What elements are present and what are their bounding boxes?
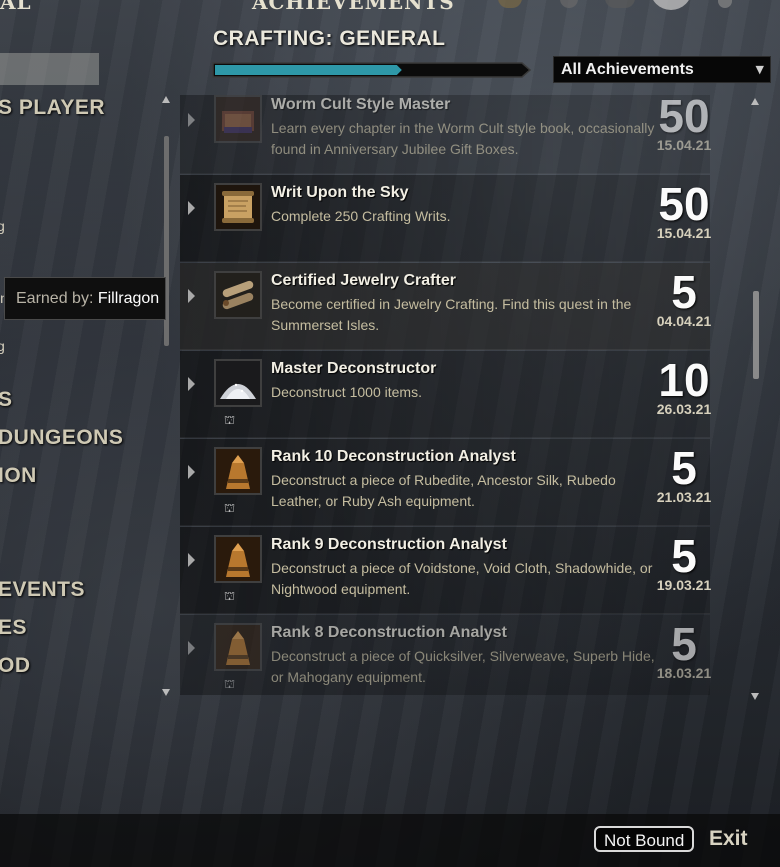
dust-pile-icon (214, 359, 262, 407)
category-item[interactable]: EVENTS (0, 578, 85, 602)
top-menu-icon[interactable] (718, 0, 732, 8)
achievement-scrollbar[interactable] (751, 98, 760, 700)
page-title: CRAFTING: GENERAL (213, 27, 446, 50)
scroll-down-icon[interactable] (751, 693, 759, 700)
scroll-down-icon[interactable] (162, 689, 170, 696)
collectible-reward-icon: ⛫ (224, 589, 236, 603)
scroll-thumb[interactable] (753, 291, 759, 379)
expand-arrow-icon[interactable] (188, 465, 195, 479)
top-menu-icon[interactable] (498, 0, 522, 8)
achievement-description: Learn every chapter in the Worm Cult sty… (271, 120, 655, 157)
category-item[interactable]: OD (0, 654, 31, 678)
expand-arrow-icon[interactable] (188, 641, 195, 655)
expand-arrow-icon[interactable] (188, 377, 195, 391)
achievement-description: Deconstruct a piece of Voidstone, Void C… (271, 560, 653, 597)
expand-arrow-icon[interactable] (188, 553, 195, 567)
category-subitem[interactable]: g (0, 218, 5, 234)
achievement-name: Certified Jewelry Crafter (271, 272, 456, 289)
achievement-date: 19.03.21 (656, 577, 712, 593)
achievement-list: Worm Cult Style Master Learn every chapt… (180, 95, 720, 695)
category-item[interactable]: S (0, 388, 13, 412)
achievement-row[interactable]: Writ Upon the Sky Complete 250 Crafting … (180, 175, 711, 262)
achievement-name: Rank 8 Deconstruction Analyst (271, 624, 507, 641)
collectible-reward-icon: ⛫ (224, 501, 236, 515)
achievement-date: 26.03.21 (656, 401, 712, 417)
progress-fill (215, 65, 402, 75)
category-subitem[interactable]: g (0, 338, 5, 354)
deconstruction-icon (214, 623, 262, 671)
top-menu-icon[interactable] (605, 0, 635, 8)
achievement-description: Become certified in Jewelry Crafting. Fi… (271, 296, 632, 333)
earned-by-tooltip: Earned by: Fillragon (4, 277, 166, 320)
achievement-row[interactable]: Certified Jewelry Crafter Become certifi… (180, 263, 711, 350)
category-scrollbar[interactable] (162, 96, 170, 696)
achievement-points: 5 (671, 442, 697, 494)
worm-cult-book-icon (214, 95, 262, 143)
menu-title-fragment: AL (0, 0, 32, 14)
achievement-points: 5 (671, 530, 697, 582)
category-item[interactable]: S PLAYER (0, 96, 105, 120)
category-item[interactable]: ES (0, 616, 27, 640)
achievement-description: Deconstruct a piece of Rubedite, Ancesto… (271, 472, 616, 509)
deconstruction-icon (214, 447, 262, 495)
achievement-description: Deconstruct a piece of Quicksilver, Silv… (271, 648, 655, 685)
achievement-date: 15.04.21 (656, 137, 712, 153)
chevron-down-icon: ▼ (755, 63, 764, 76)
deconstruction-icon (214, 535, 262, 583)
achievement-points: 50 (658, 95, 710, 142)
achievement-points: 5 (671, 266, 697, 318)
achievement-description: Deconstruct 1000 items. (271, 384, 422, 400)
achievement-points: 50 (658, 178, 710, 230)
achievement-filter-dropdown[interactable]: All Achievements ▼ (553, 56, 771, 83)
achievement-name: Master Deconstructor (271, 360, 437, 377)
achievement-name: Worm Cult Style Master (271, 96, 451, 113)
category-item[interactable]: ION (0, 464, 37, 488)
achievement-name: Rank 9 Deconstruction Analyst (271, 536, 507, 553)
top-menu-icon[interactable] (560, 0, 578, 8)
collectible-reward-icon: ⛫ (224, 677, 236, 691)
expand-arrow-icon[interactable] (188, 113, 195, 127)
crest-icon[interactable] (650, 0, 692, 10)
keybind-indicator: Not Bound (594, 826, 695, 852)
rolled-scrolls-icon (214, 271, 262, 319)
expand-arrow-icon[interactable] (188, 289, 195, 303)
achievement-row[interactable]: ⛫ Rank 9 Deconstruction Analyst Deconstr… (180, 527, 711, 614)
category-item[interactable]: DUNGEONS (0, 426, 123, 450)
tab-achievements[interactable]: ACHIEVEMENTS (252, 0, 455, 14)
achievement-name: Writ Upon the Sky (271, 184, 409, 201)
category-selected-highlight[interactable] (0, 53, 99, 85)
achievement-name: Rank 10 Deconstruction Analyst (271, 448, 516, 465)
achievement-points: 5 (671, 618, 697, 670)
scroll-up-icon[interactable] (162, 96, 170, 103)
achievement-date: 18.03.21 (656, 665, 712, 681)
tooltip-value: Fillragon (97, 290, 160, 307)
achievement-row[interactable]: ⛫ Master Deconstructor Deconstruct 1000 … (180, 351, 711, 438)
filter-selected-value: All Achievements (561, 61, 694, 78)
achievement-date: 15.04.21 (656, 225, 712, 241)
achievement-date: 21.03.21 (656, 489, 712, 505)
collectible-reward-icon: ⛫ (224, 413, 236, 427)
achievement-row[interactable]: Worm Cult Style Master Learn every chapt… (180, 95, 711, 174)
achievement-row[interactable]: ⛫ Rank 10 Deconstruction Analyst Deconst… (180, 439, 711, 526)
achievement-description: Complete 250 Crafting Writs. (271, 208, 451, 224)
achievement-points: 10 (658, 354, 710, 406)
category-progress-bar (212, 62, 532, 78)
parchment-scroll-icon (214, 183, 262, 231)
achievement-date: 04.04.21 (656, 313, 712, 329)
tooltip-label: Earned by: (16, 290, 94, 307)
expand-arrow-icon[interactable] (188, 201, 195, 215)
scroll-up-icon[interactable] (751, 98, 759, 105)
top-bar: AL ACHIEVEMENTS (0, 0, 780, 14)
exit-button[interactable]: Exit (709, 827, 748, 851)
achievement-row[interactable]: ⛫ Rank 8 Deconstruction Analyst Deconstr… (180, 615, 711, 695)
